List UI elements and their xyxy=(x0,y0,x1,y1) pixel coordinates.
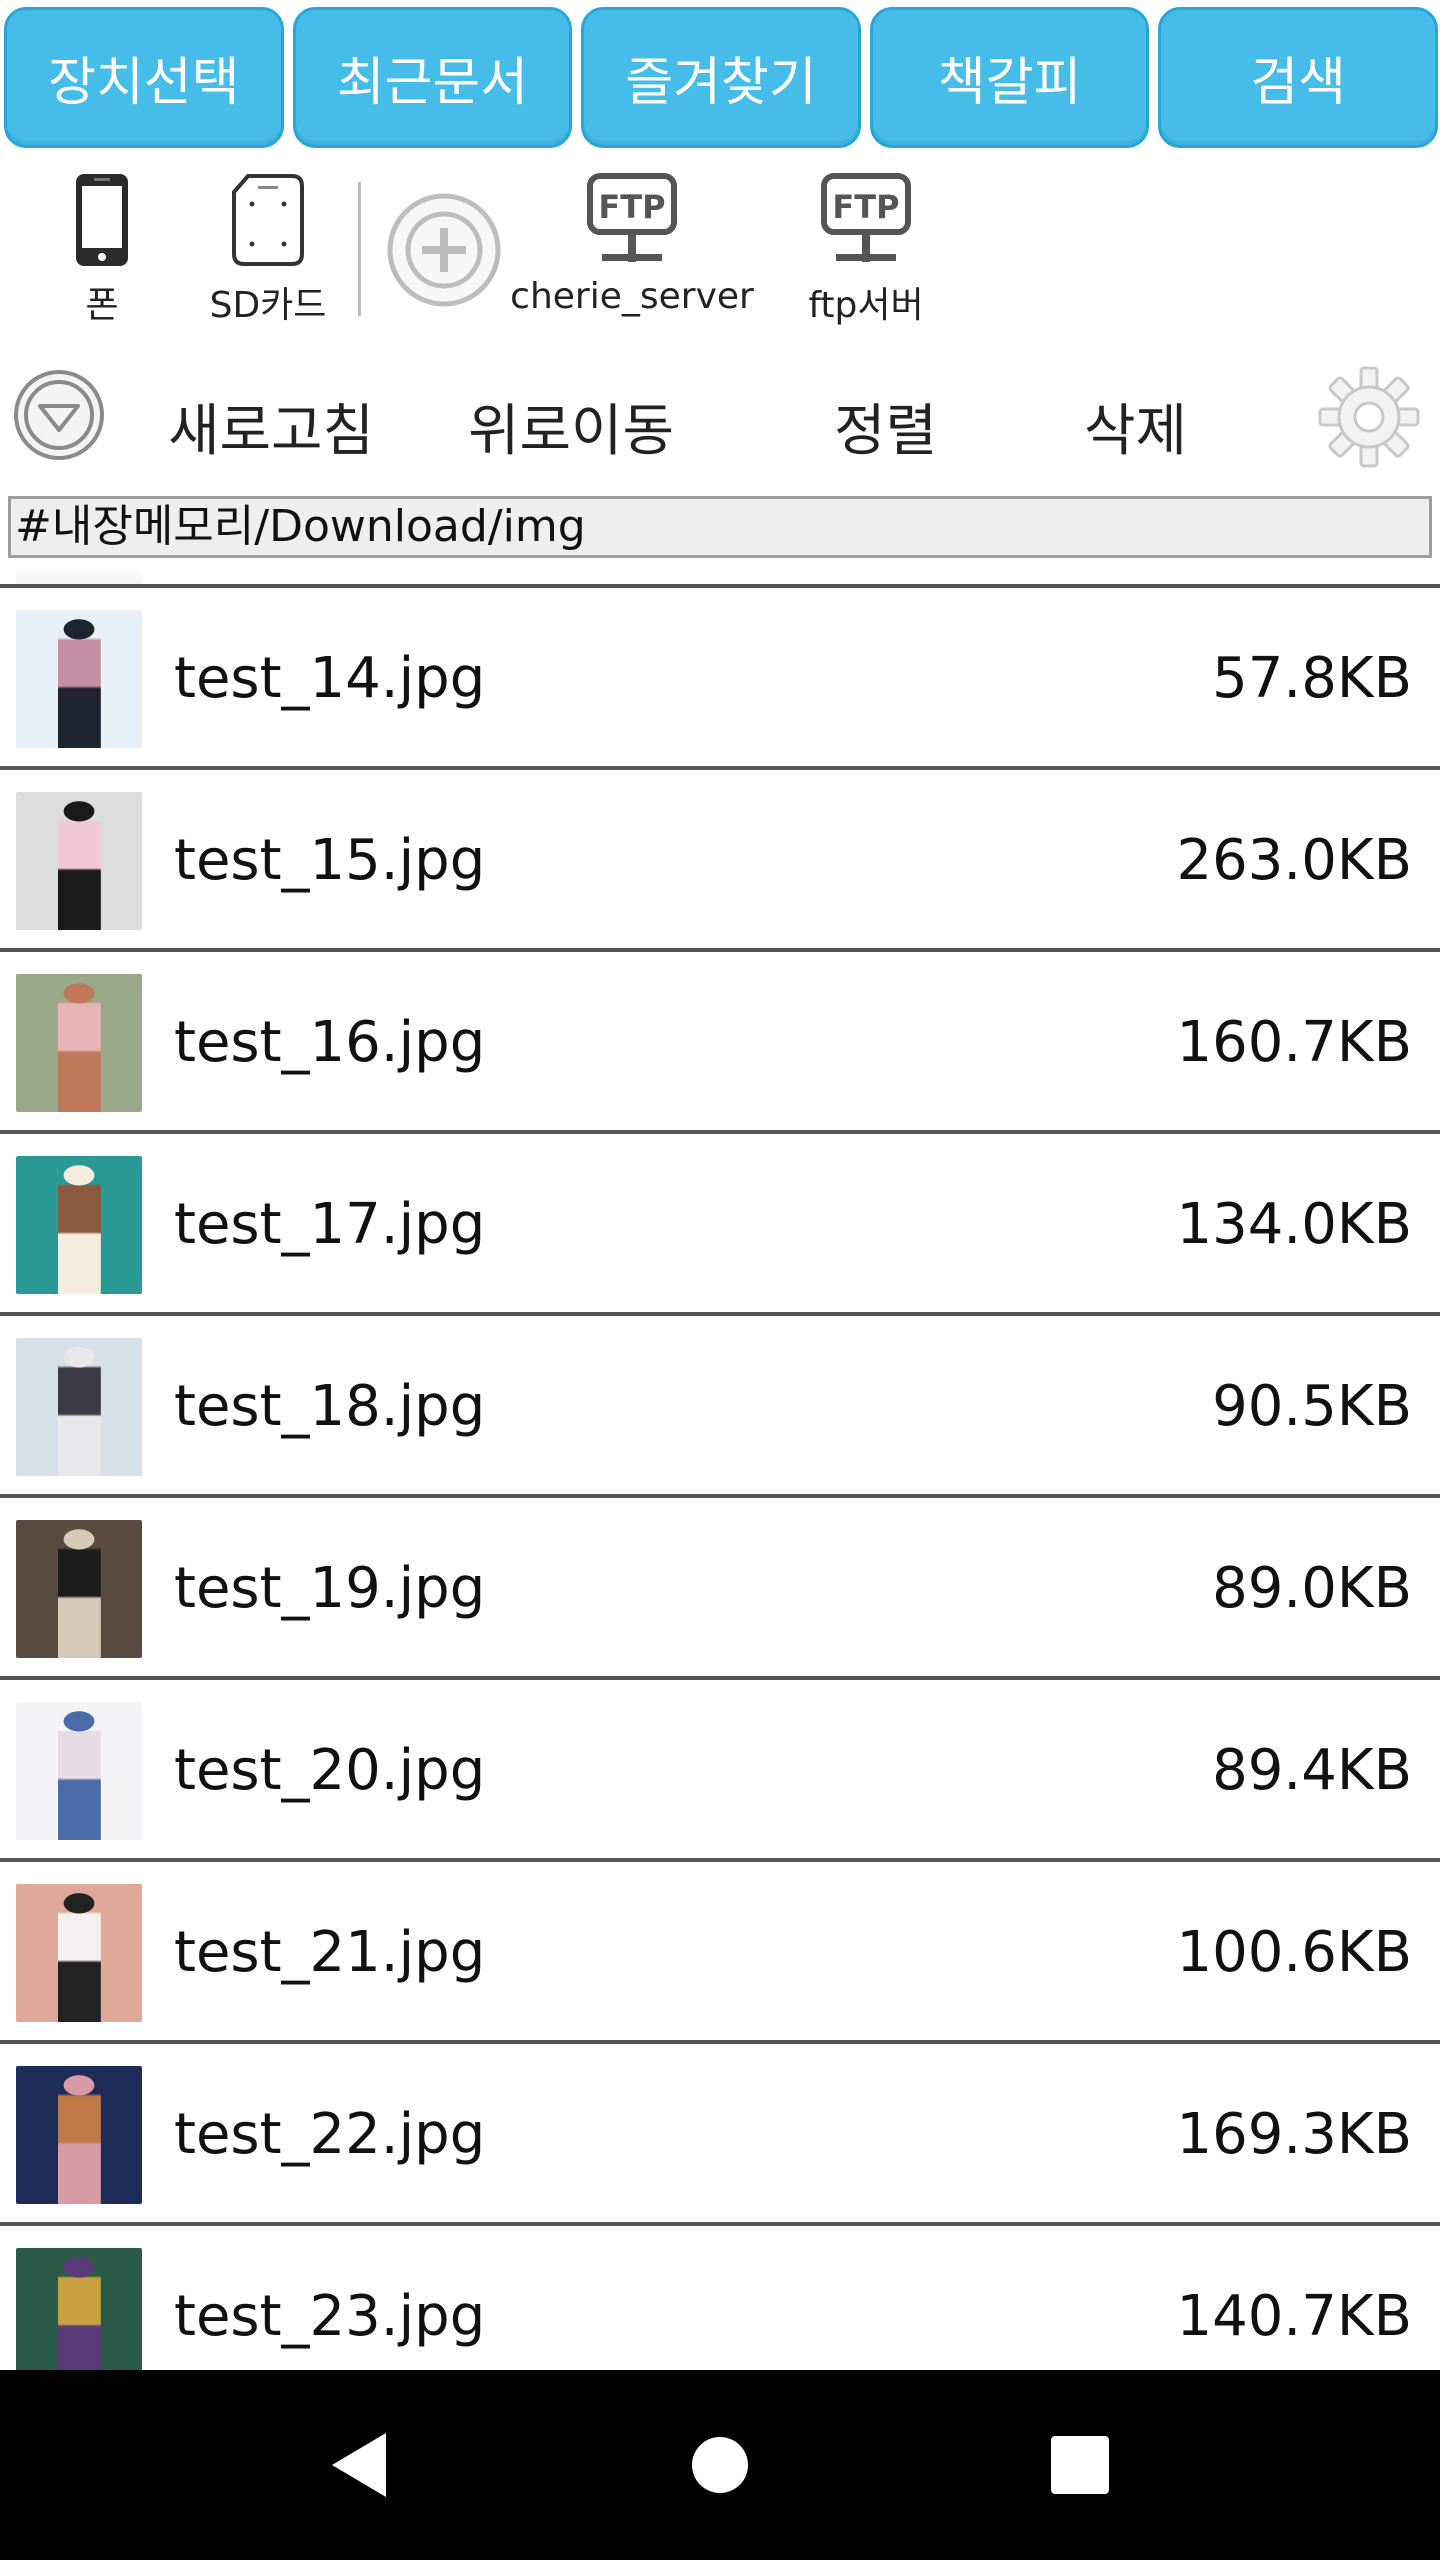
sd-card-icon xyxy=(232,174,304,266)
file-row[interactable]: test_19.jpg 89.0KB xyxy=(0,1494,1440,1676)
nav-back-button[interactable] xyxy=(300,2370,420,2560)
ftp-icon: FTP xyxy=(587,173,677,262)
device-label-phone: 폰 xyxy=(85,285,119,326)
dropdown-circle-icon[interactable] xyxy=(12,368,106,462)
file-name: test_21.jpg xyxy=(174,1920,486,1985)
file-name: test_14.jpg xyxy=(174,646,486,711)
device-ftp-server[interactable]: FTP ftp서버 xyxy=(796,170,936,328)
file-thumbnail xyxy=(16,610,142,748)
file-manager-app: 장치선택 최근문서 즐겨찾기 책갈피 검색 폰 SD카드 FTP cherie_… xyxy=(0,0,1440,2560)
file-thumbnail xyxy=(16,1884,142,2022)
refresh-button[interactable]: 새로고침 xyxy=(168,386,374,467)
file-size: 57.8KB xyxy=(1212,646,1412,711)
file-thumbnail xyxy=(16,1338,142,1476)
current-path-field: #내장메모리/Download/img xyxy=(8,496,1432,558)
file-name: test_16.jpg xyxy=(174,1010,486,1075)
file-size: 140.7KB xyxy=(1176,2284,1412,2349)
file-size: 160.7KB xyxy=(1176,1010,1412,1075)
ftp-badge-text: FTP xyxy=(832,188,899,226)
tab-device-select[interactable]: 장치선택 xyxy=(4,7,284,148)
system-nav-bar xyxy=(0,2370,1440,2560)
file-size: 90.5KB xyxy=(1212,1374,1412,1439)
file-row[interactable]: test_14.jpg 57.8KB xyxy=(0,584,1440,766)
device-add[interactable] xyxy=(384,192,504,308)
file-name: test_17.jpg xyxy=(174,1192,486,1257)
file-thumbnail xyxy=(16,792,142,930)
device-divider xyxy=(358,182,361,316)
device-phone[interactable]: 폰 xyxy=(52,170,152,328)
file-row[interactable]: test_21.jpg 100.6KB xyxy=(0,1858,1440,2040)
sort-button[interactable]: 정렬 xyxy=(834,386,937,467)
file-row[interactable]: test_20.jpg 89.4KB xyxy=(0,1676,1440,1858)
file-row[interactable]: test_15.jpg 263.0KB xyxy=(0,766,1440,948)
file-thumbnail xyxy=(16,2248,142,2370)
file-size: 263.0KB xyxy=(1176,828,1412,893)
file-thumbnail xyxy=(16,1702,142,1840)
device-label-ftp-server: ftp서버 xyxy=(808,285,924,326)
file-name: test_23.jpg xyxy=(174,2284,486,2349)
nav-recents-button[interactable] xyxy=(1020,2370,1140,2560)
file-size: 100.6KB xyxy=(1176,1920,1412,1985)
device-bar: 폰 SD카드 FTP cherie_server FTP ftp서버 xyxy=(0,170,1440,330)
back-triangle-icon xyxy=(332,2433,386,2497)
add-device-icon xyxy=(387,193,501,307)
go-up-button[interactable]: 위로이동 xyxy=(468,386,674,467)
device-label-cherie-server: cherie_server xyxy=(510,276,754,317)
tab-bookmarks[interactable]: 책갈피 xyxy=(869,7,1150,148)
partial-thumbnail xyxy=(16,566,142,584)
file-rows: test_14.jpg 57.8KB test_15.jpg 263.0KB test_… xyxy=(0,584,1440,2370)
tab-favorites[interactable]: 즐겨찾기 xyxy=(581,7,861,148)
file-list[interactable]: test_14.jpg 57.8KB test_15.jpg 263.0KB test_… xyxy=(0,566,1440,2370)
delete-button[interactable]: 삭제 xyxy=(1084,386,1187,467)
tab-search[interactable]: 검색 xyxy=(1158,7,1438,148)
ftp-badge-text: FTP xyxy=(598,188,665,226)
device-sdcard[interactable]: SD카드 xyxy=(198,170,338,328)
file-name: test_18.jpg xyxy=(174,1374,486,1439)
action-bar: 새로고침 위로이동 정렬 삭제 xyxy=(0,358,1440,478)
top-tab-bar: 장치선택 최근문서 즐겨찾기 책갈피 검색 xyxy=(4,7,1438,148)
phone-icon xyxy=(76,174,128,266)
file-thumbnail xyxy=(16,1520,142,1658)
file-name: test_15.jpg xyxy=(174,828,486,893)
home-circle-icon xyxy=(692,2437,748,2493)
file-size: 169.3KB xyxy=(1176,2102,1412,2167)
file-name: test_22.jpg xyxy=(174,2102,486,2167)
gear-icon[interactable] xyxy=(1316,364,1422,470)
device-cherie-server[interactable]: FTP cherie_server xyxy=(510,170,754,317)
file-size: 89.4KB xyxy=(1212,1738,1412,1803)
nav-home-button[interactable] xyxy=(660,2370,780,2560)
file-name: test_20.jpg xyxy=(174,1738,486,1803)
file-row[interactable]: test_23.jpg 140.7KB xyxy=(0,2222,1440,2370)
file-name: test_19.jpg xyxy=(174,1556,486,1621)
file-thumbnail xyxy=(16,1156,142,1294)
file-size: 134.0KB xyxy=(1176,1192,1412,1257)
file-row[interactable]: test_22.jpg 169.3KB xyxy=(0,2040,1440,2222)
file-size: 89.0KB xyxy=(1212,1556,1412,1621)
file-row[interactable]: test_18.jpg 90.5KB xyxy=(0,1312,1440,1494)
device-label-sdcard: SD카드 xyxy=(209,285,327,326)
file-thumbnail xyxy=(16,2066,142,2204)
file-row[interactable]: test_16.jpg 160.7KB xyxy=(0,948,1440,1130)
tab-recent-documents[interactable]: 최근문서 xyxy=(292,7,573,148)
ftp-icon: FTP xyxy=(821,173,911,262)
file-row[interactable]: test_17.jpg 134.0KB xyxy=(0,1130,1440,1312)
recents-square-icon xyxy=(1051,2436,1109,2494)
file-thumbnail xyxy=(16,974,142,1112)
